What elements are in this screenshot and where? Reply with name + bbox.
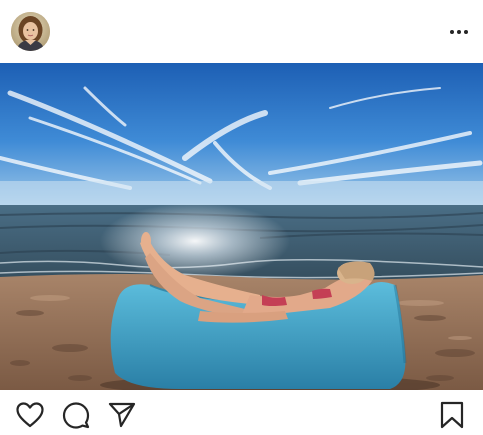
- beach-photo: [0, 63, 483, 390]
- save-button[interactable]: [437, 400, 467, 430]
- comment-button[interactable]: [61, 400, 91, 430]
- more-horizontal-icon: [450, 30, 468, 34]
- post-actions-bar: [0, 390, 483, 435]
- post-header: [0, 0, 483, 63]
- post-photo[interactable]: [0, 63, 483, 390]
- heart-icon: [16, 402, 44, 428]
- like-button[interactable]: [15, 400, 45, 430]
- comment-bubble-icon: [62, 402, 90, 429]
- avatar-image: [11, 12, 50, 51]
- send-paper-plane-icon: [108, 402, 136, 428]
- bookmark-icon: [440, 401, 464, 429]
- share-button[interactable]: [107, 400, 137, 430]
- more-options-button[interactable]: [447, 20, 471, 44]
- avatar[interactable]: [11, 12, 50, 51]
